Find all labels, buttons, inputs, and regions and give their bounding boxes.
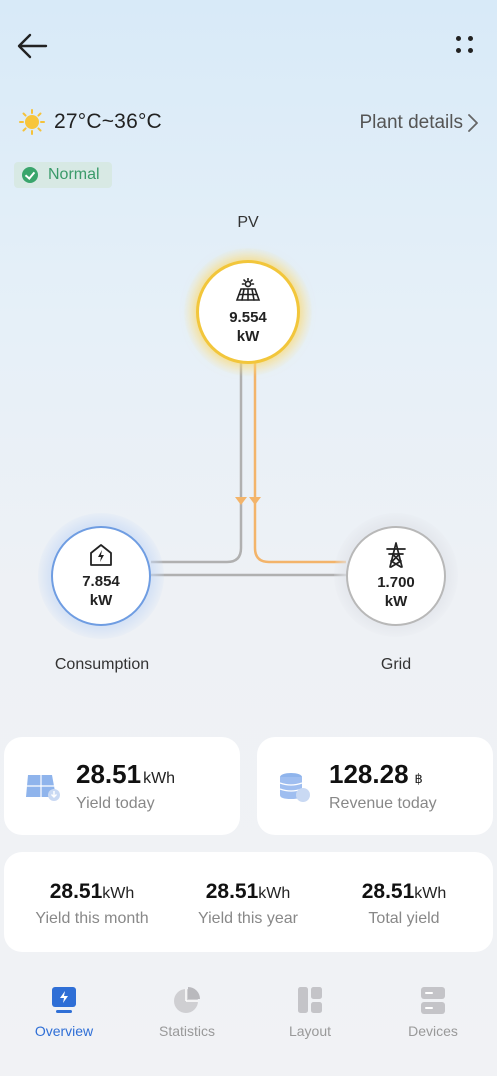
yield-year-label: Yield this year — [198, 910, 298, 927]
tab-statistics[interactable]: Statistics — [137, 985, 237, 1039]
grid-node[interactable]: 1.700 kW — [346, 526, 446, 626]
yield-today-label: Yield today — [76, 795, 155, 812]
yield-month-value: 28.51 — [49, 880, 103, 903]
grid-value: 1.700 — [377, 574, 415, 591]
pv-label: PV — [237, 214, 259, 231]
revenue-today-card[interactable]: 128.28 ฿ Revenue today — [257, 737, 493, 835]
pie-chart-icon — [174, 987, 200, 1013]
pv-value: 9.554 — [229, 309, 267, 326]
yield-month-unit: kWh — [102, 885, 135, 902]
tab-statistics-label: Statistics — [158, 1023, 215, 1039]
yield-year-unit: kWh — [258, 885, 291, 902]
consumption-node[interactable]: 7.854 kW — [51, 526, 151, 626]
pv-unit: kW — [236, 328, 260, 345]
yield-totals-card: 28.51kWh Yield this month 28.51kWh Yield… — [4, 852, 493, 952]
tab-overview-label: Overview — [34, 1023, 94, 1039]
yield-today-card[interactable]: 28.51 kWh Yield today — [4, 737, 240, 835]
total-yield-unit: kWh — [414, 885, 447, 902]
revenue-today-value: 128.28 — [329, 759, 409, 789]
yield-year-stat[interactable]: 28.51kWh Yield this year — [170, 880, 326, 928]
coins-icon — [279, 773, 310, 802]
yield-today-unit: kWh — [143, 770, 176, 787]
layout-icon — [298, 987, 322, 1013]
tab-layout[interactable]: Layout — [260, 985, 360, 1039]
yield-year-value: 28.51 — [205, 880, 259, 903]
revenue-today-unit: ฿ — [414, 771, 423, 786]
solar-panel-icon — [26, 775, 60, 801]
overview-icon — [52, 987, 76, 1013]
home-lightning-icon — [90, 544, 112, 566]
solar-panel-icon — [235, 278, 261, 301]
pv-node[interactable]: 9.554 kW — [196, 260, 300, 364]
revenue-today-label: Revenue today — [329, 795, 437, 812]
consumption-unit: kW — [89, 592, 113, 609]
total-yield-label: Total yield — [368, 910, 440, 927]
tab-overview[interactable]: Overview — [14, 985, 114, 1039]
total-yield-stat[interactable]: 28.51kWh Total yield — [326, 880, 482, 928]
grid-label: Grid — [380, 656, 412, 673]
yield-month-label: Yield this month — [35, 910, 149, 927]
tab-devices[interactable]: Devices — [383, 985, 483, 1039]
yield-today-value: 28.51 — [76, 759, 142, 789]
total-yield-value: 28.51 — [361, 880, 415, 903]
devices-icon — [421, 987, 445, 1014]
grid-unit: kW — [384, 593, 408, 610]
tab-layout-label: Layout — [288, 1023, 332, 1039]
consumption-value: 7.854 — [82, 573, 120, 590]
yield-month-stat[interactable]: 28.51kWh Yield this month — [14, 880, 170, 928]
tab-devices-label: Devices — [408, 1023, 458, 1039]
power-tower-icon — [386, 542, 406, 568]
consumption-label: Consumption — [54, 656, 150, 673]
yield-today-value-row: 28.51 kWh — [76, 759, 175, 790]
revenue-today-value-row: 128.28 ฿ — [329, 759, 423, 790]
